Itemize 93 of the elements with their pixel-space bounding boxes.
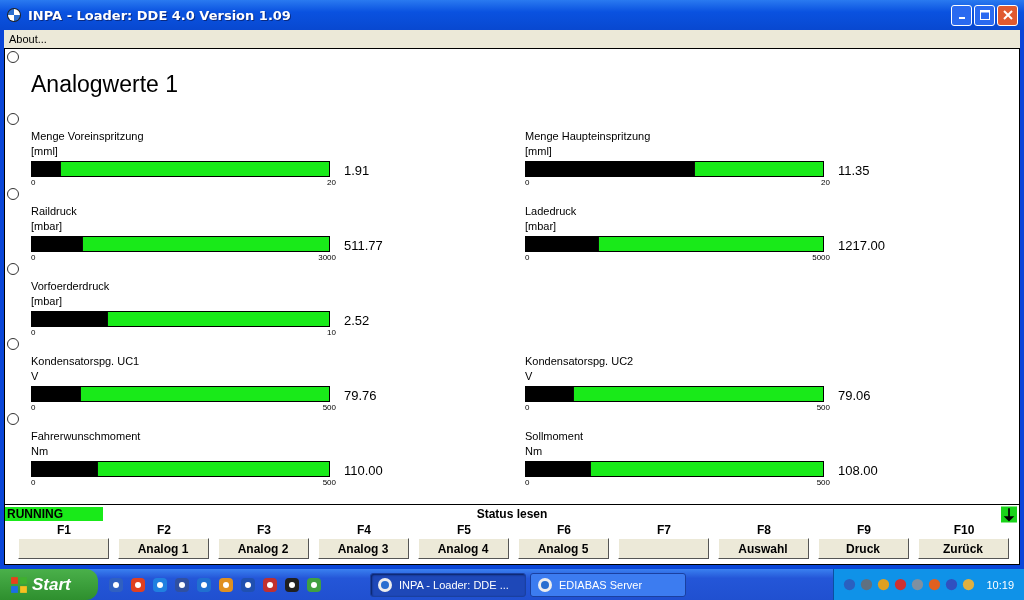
menu-item[interactable]: About... <box>9 33 47 45</box>
scale-max: 3000 <box>318 253 336 263</box>
gauge-value: 79.76 <box>344 387 377 403</box>
app-icon[interactable] <box>262 576 278 593</box>
taskbar-task[interactable]: EDIABAS Server <box>530 572 686 597</box>
page-heading: Analogwerte 1 <box>31 71 180 99</box>
scale-max: 500 <box>816 478 830 488</box>
app-icon[interactable] <box>284 576 300 593</box>
function-button[interactable]: Analog 3 <box>317 538 409 559</box>
gauge-value: 108.00 <box>838 462 878 478</box>
scale-min: 0 <box>525 403 530 413</box>
close-icon <box>1002 10 1013 20</box>
scale-min: 0 <box>31 478 36 488</box>
app-icon[interactable] <box>196 576 212 593</box>
function-key-label: F3 <box>256 523 271 538</box>
gauge-label: Kondensatorspg. UC2 <box>525 354 635 369</box>
scale-min: 0 <box>525 478 530 488</box>
gauge-label: Kondensatorspg. UC1 <box>31 354 141 369</box>
gauge-unit: V <box>31 369 40 384</box>
gauge-label: Raildruck <box>31 204 78 219</box>
function-button[interactable] <box>617 538 709 559</box>
function-key-label: F10 <box>952 523 975 538</box>
gauge-unit: [mbar] <box>31 219 64 234</box>
function-key-label: F8 <box>756 523 771 538</box>
scale-min: 0 <box>525 253 530 263</box>
scale-max: 20 <box>327 178 336 188</box>
function-button[interactable]: Zurück <box>917 538 1009 559</box>
app-logo-icon <box>6 7 22 23</box>
gauge-unit: Nm <box>31 444 50 459</box>
minimize-icon <box>958 17 965 19</box>
function-key-label: F7 <box>656 523 671 538</box>
app-icon[interactable] <box>130 576 146 593</box>
status-indicator: RUNNING <box>5 507 103 521</box>
app-icon[interactable] <box>240 576 256 593</box>
maximize-icon <box>979 10 990 20</box>
gauge-label: Menge Haupteinspritzung <box>525 129 652 144</box>
gauge-value: 79.06 <box>838 387 871 403</box>
gauge-value: 511.77 <box>344 237 383 253</box>
gauge-label: Fahrerwunschmoment <box>31 429 142 444</box>
gauge-value: 2.52 <box>344 312 370 328</box>
function-key-label: F9 <box>856 523 871 538</box>
gauge-value: 110.00 <box>344 462 383 478</box>
maximize-button[interactable] <box>974 4 995 26</box>
scale-min: 0 <box>525 178 530 188</box>
gauge-unit: [mml] <box>525 144 553 159</box>
taskbar-task[interactable]: INPA - Loader: DDE ... <box>370 572 526 597</box>
scale-max: 500 <box>322 403 336 413</box>
app-icon <box>537 576 553 593</box>
scale-max: 5000 <box>812 253 830 263</box>
gauge-label: Ladedruck <box>525 204 578 219</box>
function-button[interactable]: Auswahl <box>717 538 809 559</box>
scale-min: 0 <box>31 403 36 413</box>
app-icon[interactable] <box>218 576 234 593</box>
function-key-label: F1 <box>56 523 71 538</box>
scale-min: 0 <box>31 253 36 263</box>
scale-min: 0 <box>31 178 36 188</box>
gauge-label: Menge Voreinspritzung <box>31 129 145 144</box>
scale-max: 10 <box>327 328 336 338</box>
gauge-unit: Nm <box>525 444 544 459</box>
gauge-value: 1217.00 <box>838 237 885 253</box>
function-key-label: F4 <box>356 523 371 538</box>
app-icon[interactable] <box>152 576 168 593</box>
gauge-unit: V <box>525 369 534 384</box>
scale-max: 20 <box>821 178 830 188</box>
clock: 10:19 <box>986 578 1014 591</box>
function-button[interactable]: Analog 5 <box>517 538 609 559</box>
app-icon[interactable] <box>306 576 322 593</box>
app-icon[interactable] <box>174 576 190 593</box>
function-key-label: F2 <box>156 523 171 538</box>
scale-max: 500 <box>816 403 830 413</box>
gauge-unit: [mbar] <box>31 294 64 309</box>
scale-max: 500 <box>322 478 336 488</box>
function-key-label: F6 <box>556 523 571 538</box>
gauge-unit: [mbar] <box>525 219 558 234</box>
function-key-label: F5 <box>456 523 471 538</box>
app-icon <box>377 576 393 593</box>
gauge-value: 11.35 <box>838 162 870 178</box>
windows-flag-icon <box>10 575 28 594</box>
gauge-label: Sollmoment <box>525 429 585 444</box>
gauge-unit: [mml] <box>31 144 59 159</box>
close-button[interactable] <box>997 4 1018 26</box>
function-button[interactable] <box>17 538 109 559</box>
gauge-value: 1.91 <box>344 162 370 178</box>
scale-min: 0 <box>31 328 36 338</box>
gauge-label: Vorfoerderdruck <box>31 279 111 294</box>
function-button[interactable]: Druck <box>817 538 909 559</box>
status-title: Status lesen <box>475 507 549 521</box>
window-title: INPA - Loader: DDE 4.0 Version 1.09 <box>28 7 291 23</box>
minimize-button[interactable] <box>951 4 972 26</box>
function-button[interactable]: Analog 2 <box>217 538 309 559</box>
app-icon[interactable] <box>108 576 124 593</box>
function-button[interactable]: Analog 1 <box>117 538 209 559</box>
function-button[interactable]: Analog 4 <box>417 538 509 559</box>
